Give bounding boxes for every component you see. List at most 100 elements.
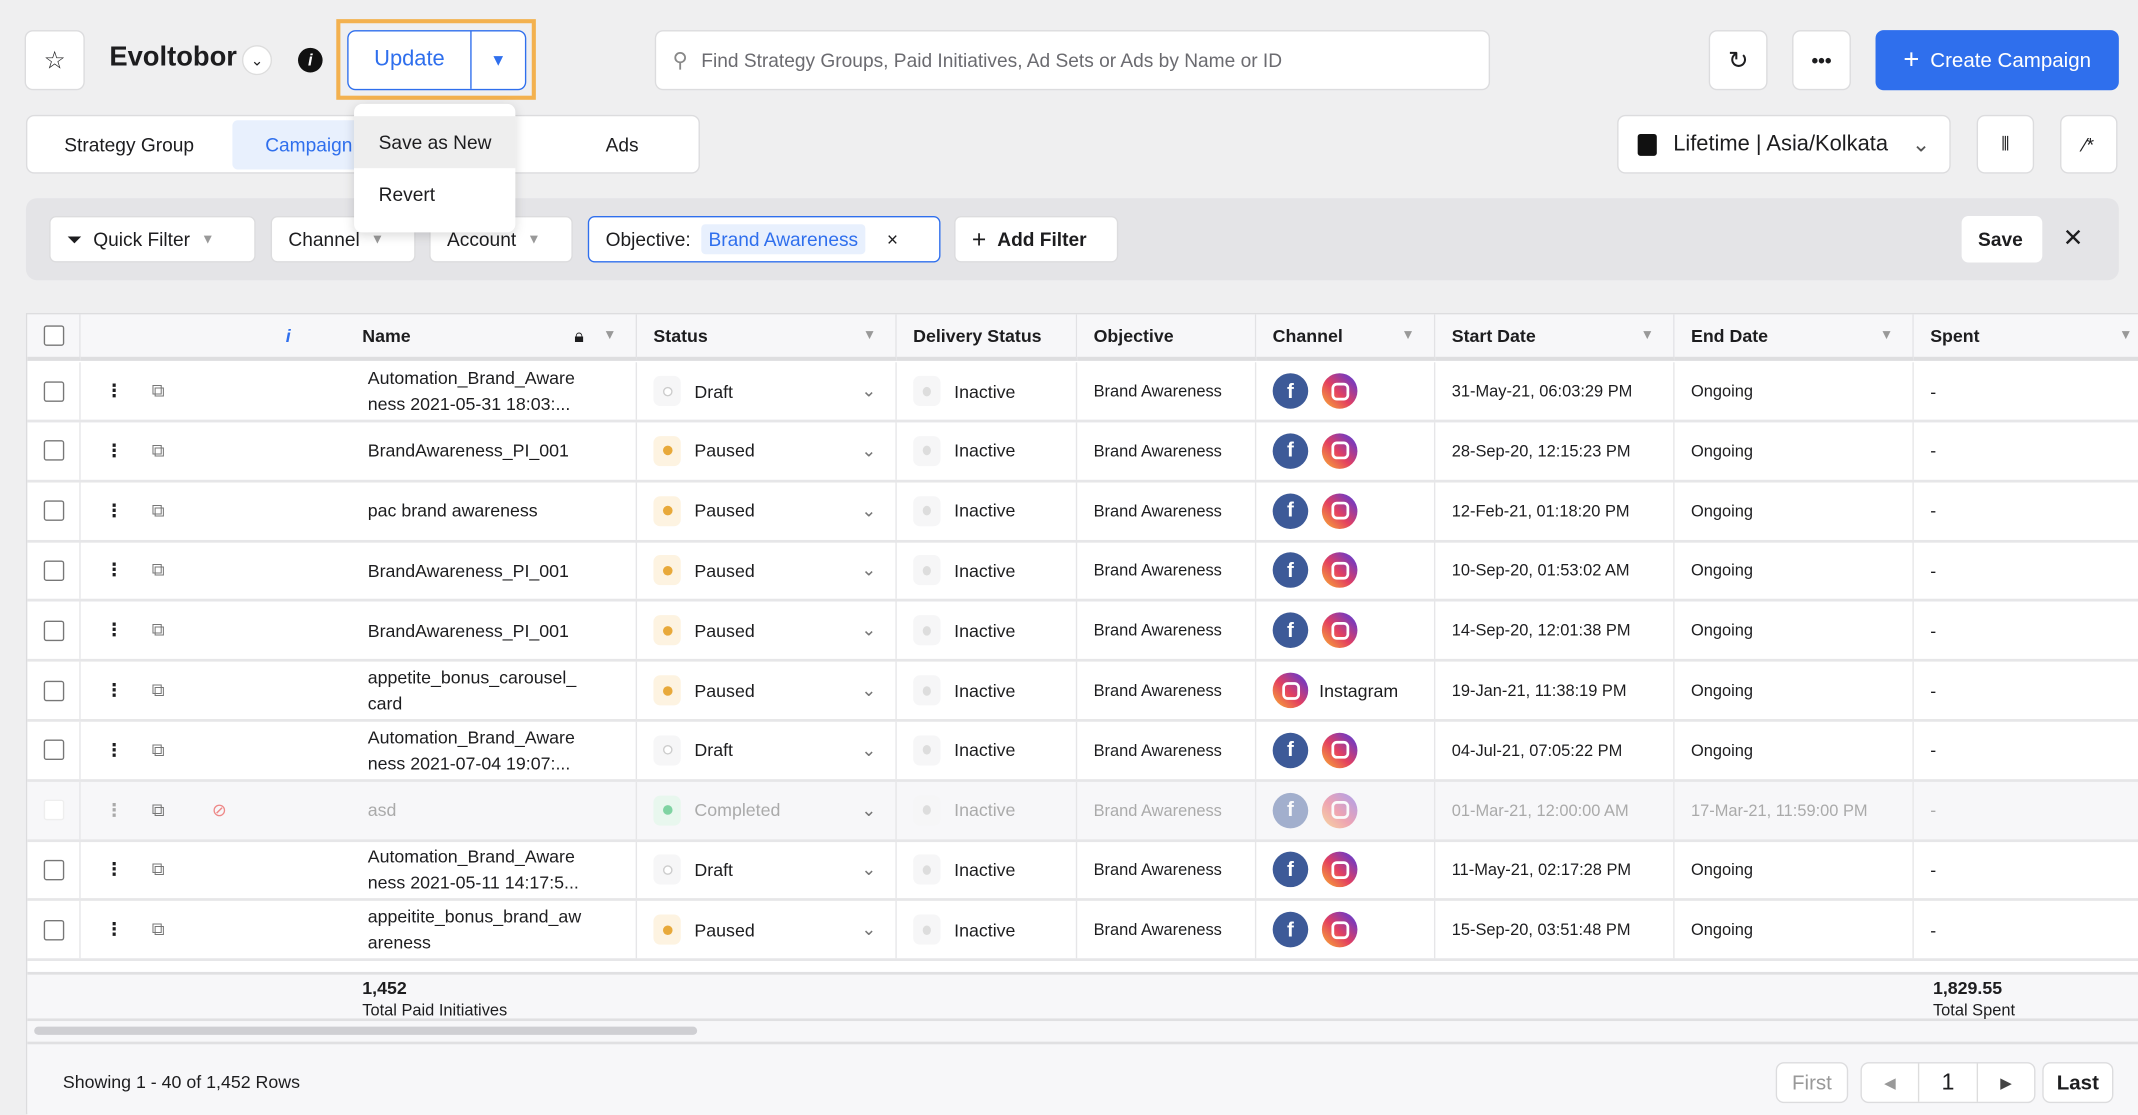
campaign-name[interactable]: appetite_bonus_carousel_ card	[368, 664, 607, 716]
save-filter-button[interactable]: Save	[1961, 215, 2043, 263]
last-page-button[interactable]: Last	[2042, 1062, 2114, 1104]
objective-filter[interactable]: Objective: Brand Awareness ×	[587, 215, 941, 263]
open-external-icon[interactable]: ⧉	[152, 739, 165, 761]
column-header-end-date[interactable]: End Date ▼	[1674, 314, 1914, 361]
status-dropdown[interactable]: Draft	[694, 381, 733, 402]
refresh-button[interactable]: ↻	[1708, 30, 1768, 91]
row-checkbox[interactable]	[43, 620, 65, 641]
title-chevron-down-icon[interactable]: ⌄	[241, 45, 273, 76]
search-input[interactable]: ⚲ Find Strategy Groups, Paid Initiatives…	[654, 30, 1491, 91]
more-options-button[interactable]: •••	[1792, 30, 1851, 91]
status-dropdown[interactable]: Paused	[694, 500, 754, 521]
add-filter-button[interactable]: + Add Filter	[954, 215, 1119, 263]
row-checkbox[interactable]	[43, 919, 65, 941]
table-row[interactable]: ⋮ ⧉ Automation_Brand_Aware ness 2021-05-11…	[27, 841, 2138, 902]
row-menu-icon[interactable]: ⋮	[105, 560, 123, 582]
chevron-down-icon[interactable]: ⌄	[861, 620, 876, 642]
open-external-icon[interactable]: ⧉	[152, 380, 165, 402]
update-button[interactable]: Update	[349, 31, 472, 89]
row-checkbox[interactable]	[43, 739, 65, 761]
scrollbar-thumb[interactable]	[34, 1026, 698, 1035]
row-menu-icon[interactable]: ⋮	[105, 620, 123, 642]
info-icon[interactable]: i	[298, 47, 323, 73]
sort-caret-icon[interactable]: ▼	[2119, 328, 2133, 343]
sort-caret-icon[interactable]: ▼	[603, 328, 617, 343]
sort-caret-icon[interactable]: ▼	[1401, 328, 1415, 343]
status-dropdown[interactable]: Paused	[694, 920, 754, 941]
status-dropdown[interactable]: Completed	[694, 800, 780, 821]
campaign-name[interactable]: pac brand awareness	[368, 498, 607, 524]
column-header-start-date[interactable]: Start Date ▼	[1435, 314, 1675, 361]
column-header-delivery-status[interactable]: Delivery Status	[896, 314, 1078, 361]
row-menu-icon[interactable]: ⋮	[105, 739, 123, 761]
remove-filter-icon[interactable]: ×	[887, 228, 898, 250]
row-checkbox[interactable]	[43, 859, 65, 881]
quick-filter-dropdown[interactable]: ⏷ Quick Filter ▼	[49, 215, 256, 263]
table-row[interactable]: ⋮ ⧉ BrandAwareness_PI_001 Paused ⌄ Inactive Br…	[27, 422, 2138, 483]
header-select-all[interactable]	[27, 314, 81, 361]
favorite-star-button[interactable]: ☆	[24, 30, 85, 91]
first-page-button[interactable]: First	[1775, 1062, 1849, 1104]
chevron-down-icon[interactable]: ⌄	[861, 440, 876, 462]
chevron-down-icon[interactable]: ⌄	[861, 739, 876, 761]
row-checkbox[interactable]	[43, 560, 65, 581]
open-external-icon[interactable]: ⧉	[152, 620, 165, 642]
sort-caret-icon[interactable]: ▼	[1880, 328, 1894, 343]
update-dropdown-caret-icon[interactable]: ▼	[472, 31, 525, 88]
table-row[interactable]: ⋮ ⧉ pac brand awareness Paused ⌄ Inactive Bran…	[27, 481, 2138, 543]
campaign-name[interactable]: Automation_Brand_Aware ness 2021-05-11 1…	[368, 844, 607, 896]
chevron-down-icon[interactable]: ⌄	[861, 919, 876, 941]
create-campaign-button[interactable]: + Create Campaign	[1875, 30, 2119, 91]
open-external-icon[interactable]: ⧉	[152, 799, 165, 821]
chevron-down-icon[interactable]: ⌄	[861, 859, 876, 881]
campaign-name[interactable]: appeitite_bonus_brand_aw areness	[368, 904, 607, 956]
table-row[interactable]: ⋮ ⧉ BrandAwareness_PI_001 Paused ⌄ Inactive Br…	[27, 601, 2138, 662]
update-split-button[interactable]: Update ▼	[347, 30, 527, 91]
status-dropdown[interactable]: Paused	[694, 441, 754, 462]
next-page-icon[interactable]: ▶	[1978, 1074, 2034, 1091]
campaign-name[interactable]: Automation_Brand_Aware ness 2021-05-31 1…	[368, 365, 607, 417]
row-menu-icon[interactable]: ⋮	[105, 919, 123, 941]
status-dropdown[interactable]: Draft	[694, 860, 733, 881]
column-header-name[interactable]: i Name 🔒︎ ▼	[80, 314, 638, 361]
column-header-spent[interactable]: Spent ▼	[1913, 314, 2138, 361]
row-menu-icon[interactable]: ⋮	[105, 440, 123, 462]
status-dropdown[interactable]: Paused	[694, 680, 754, 701]
columns-button[interactable]: ⫴	[1976, 114, 2035, 174]
row-menu-icon[interactable]: ⋮	[105, 679, 123, 701]
chevron-down-icon[interactable]: ⌄	[861, 380, 876, 402]
table-row[interactable]: ⋮ ⧉ Automation_Brand_Aware ness 2021-07-04…	[27, 721, 2138, 782]
table-row[interactable]: ⋮ ⧉ appeitite_bonus_brand_aw areness Paused…	[27, 901, 2138, 962]
campaign-name[interactable]: asd	[368, 797, 607, 823]
tab-ads[interactable]: Ads	[606, 116, 639, 172]
magic-wand-button[interactable]: ⁄*	[2060, 114, 2118, 174]
column-header-status[interactable]: Status ▼	[637, 314, 897, 361]
table-row[interactable]: ⋮ ⧉ BrandAwareness_PI_001 Paused ⌄ Inactive Br…	[27, 541, 2138, 603]
tab-strategy-group[interactable]: Strategy Group	[64, 116, 194, 172]
campaign-name[interactable]: BrandAwareness_PI_001	[368, 558, 607, 584]
table-row[interactable]: ⋮ ⧉ appetite_bonus_carousel_ card Paused ⌄ In…	[27, 661, 2138, 722]
open-external-icon[interactable]: ⧉	[152, 679, 165, 701]
prev-page-icon[interactable]: ◀	[1862, 1074, 1918, 1091]
chevron-down-icon[interactable]: ⌄	[861, 679, 876, 701]
menu-item-save-as-new[interactable]: Save as New	[354, 116, 516, 169]
sort-caret-icon[interactable]: ▼	[863, 328, 877, 343]
chevron-down-icon[interactable]: ⌄	[861, 799, 876, 821]
checkbox[interactable]	[43, 325, 65, 346]
page-number-input[interactable]: 1	[1917, 1063, 1979, 1102]
open-external-icon[interactable]: ⧉	[152, 919, 165, 941]
open-external-icon[interactable]: ⧉	[152, 859, 165, 881]
row-checkbox[interactable]	[43, 500, 65, 521]
row-menu-icon[interactable]: ⋮	[105, 500, 123, 522]
horizontal-scrollbar[interactable]	[27, 1021, 2138, 1045]
campaign-name[interactable]: Automation_Brand_Aware ness 2021-07-04 1…	[368, 724, 607, 776]
column-header-channel[interactable]: Channel ▼	[1256, 314, 1436, 361]
status-dropdown[interactable]: Paused	[694, 560, 754, 581]
status-dropdown[interactable]: Draft	[694, 740, 733, 761]
menu-item-revert[interactable]: Revert	[354, 168, 515, 220]
open-external-icon[interactable]: ⧉	[152, 560, 165, 582]
row-checkbox[interactable]	[43, 799, 65, 821]
date-range-picker[interactable]: Lifetime | Asia/Kolkata ⌄	[1617, 114, 1951, 174]
row-menu-icon[interactable]: ⋮	[105, 859, 123, 881]
column-header-objective[interactable]: Objective	[1077, 314, 1257, 361]
